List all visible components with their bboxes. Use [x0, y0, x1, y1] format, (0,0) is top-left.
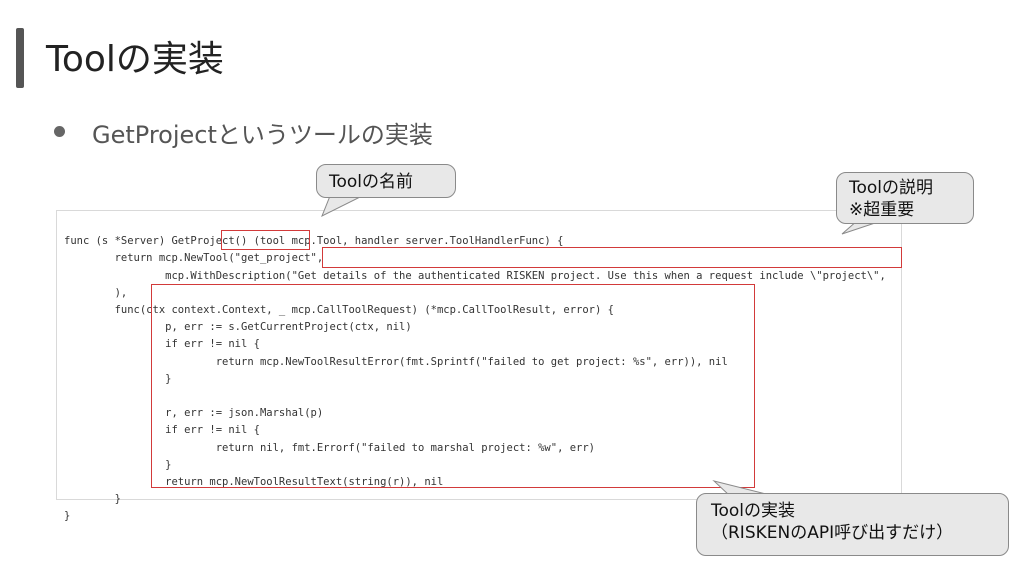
- callout-impl-line2: （RISKENのAPI呼び出すだけ）: [711, 523, 954, 543]
- bullet-icon: [54, 126, 65, 137]
- callout-impl-line1: Toolの実装: [711, 501, 796, 521]
- callout-description-line1: Toolの説明: [849, 178, 934, 198]
- callout-tool-name-text: Toolの名前: [329, 172, 414, 192]
- callout-tool-implementation: Toolの実装 （RISKENのAPI呼び出すだけ）: [696, 493, 1009, 556]
- code-line: mcp.WithDescription("Get details of the …: [64, 269, 886, 282]
- tool-description-highlight: [322, 247, 902, 268]
- slide-title: Toolの実装: [46, 39, 224, 80]
- tool-implementation-highlight: [151, 284, 755, 488]
- callout-tail: [321, 196, 363, 218]
- callout-tool-name: Toolの名前: [316, 164, 456, 198]
- bullet-text: GetProjectというツールの実装: [92, 121, 433, 149]
- callout-tool-description: Toolの説明 ※超重要: [836, 172, 974, 224]
- title-accent-bar: [16, 28, 24, 88]
- callout-description-line2: ※超重要: [849, 200, 915, 220]
- tool-name-highlight: [221, 230, 310, 250]
